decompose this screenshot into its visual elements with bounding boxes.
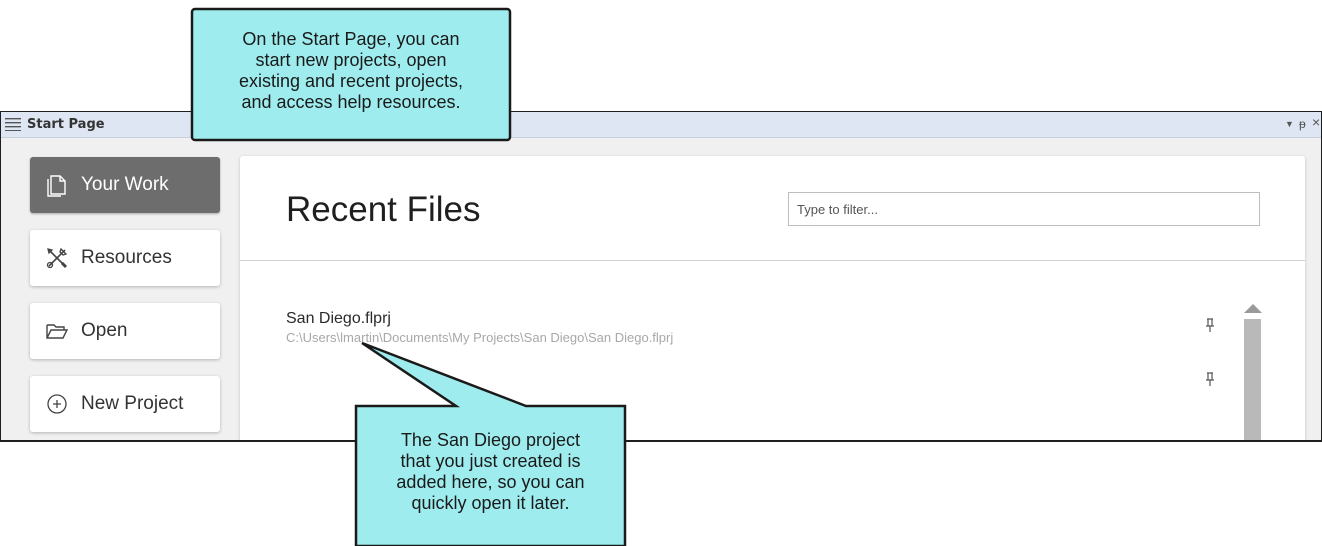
top-callout-text: On the Start Page, you can start new pro… (194, 29, 508, 113)
dropdown-arrow-icon[interactable]: ▼ (1285, 116, 1294, 132)
folder-open-icon (46, 324, 69, 339)
pin-window-icon[interactable]: ᵽ (1299, 116, 1306, 132)
callout-line: added here, so you can (396, 472, 585, 492)
scroll-up-arrow-icon[interactable] (1244, 304, 1262, 314)
nav-open-button[interactable]: Open (30, 303, 220, 359)
nav-new-project-label: New Project (81, 393, 184, 414)
nav-new-project-button[interactable]: New Project (30, 376, 220, 432)
nav-open-label: Open (81, 320, 128, 341)
nav-your-work-label: Your Work (81, 174, 169, 195)
bottom-callout-text: The San Diego project that you just crea… (358, 430, 623, 514)
callout-line: quickly open it later. (411, 493, 570, 513)
callout-line: existing and recent projects, (238, 71, 464, 91)
pin-icon[interactable] (1204, 318, 1216, 332)
header-divider (240, 260, 1305, 261)
nav-resources-button[interactable]: Resources (30, 230, 220, 286)
start-page-window: Start Page ▼ ᵽ × Your Work Resources Ope… (0, 111, 1322, 442)
page-title: Recent Files (286, 190, 481, 229)
start-page-content: Your Work Resources Open New Project Rec… (1, 139, 1321, 440)
recent-files-panel: Recent Files San Diego.flprj C:\Users\lm… (240, 156, 1305, 440)
window-title: Start Page (27, 117, 105, 132)
nav-resources-label: Resources (81, 247, 172, 268)
close-icon[interactable]: × (1312, 114, 1320, 130)
pin-icon[interactable] (1204, 372, 1216, 386)
menu-lines-icon[interactable] (5, 117, 21, 131)
callout-line: and access help resources. (241, 92, 461, 112)
callout-line: On the Start Page, you can (242, 29, 460, 49)
title-bar: Start Page ▼ ᵽ × (1, 112, 1321, 138)
callout-line: that you just created is (400, 451, 581, 471)
callout-line: start new projects, open (255, 50, 447, 70)
recent-file-item[interactable]: San Diego.flprj C:\Users\lmartin\Documen… (286, 310, 1186, 345)
callout-line: The San Diego project (400, 430, 581, 450)
file-name: San Diego.flprj (286, 310, 391, 327)
scrollbar-thumb[interactable] (1244, 319, 1261, 440)
plus-circle-icon (47, 394, 67, 414)
nav-your-work-button[interactable]: Your Work (30, 157, 220, 213)
file-path: C:\Users\lmartin\Documents\My Projects\S… (286, 330, 674, 345)
filter-input[interactable] (788, 192, 1260, 226)
document-icon (47, 175, 66, 197)
tools-icon (46, 247, 68, 269)
